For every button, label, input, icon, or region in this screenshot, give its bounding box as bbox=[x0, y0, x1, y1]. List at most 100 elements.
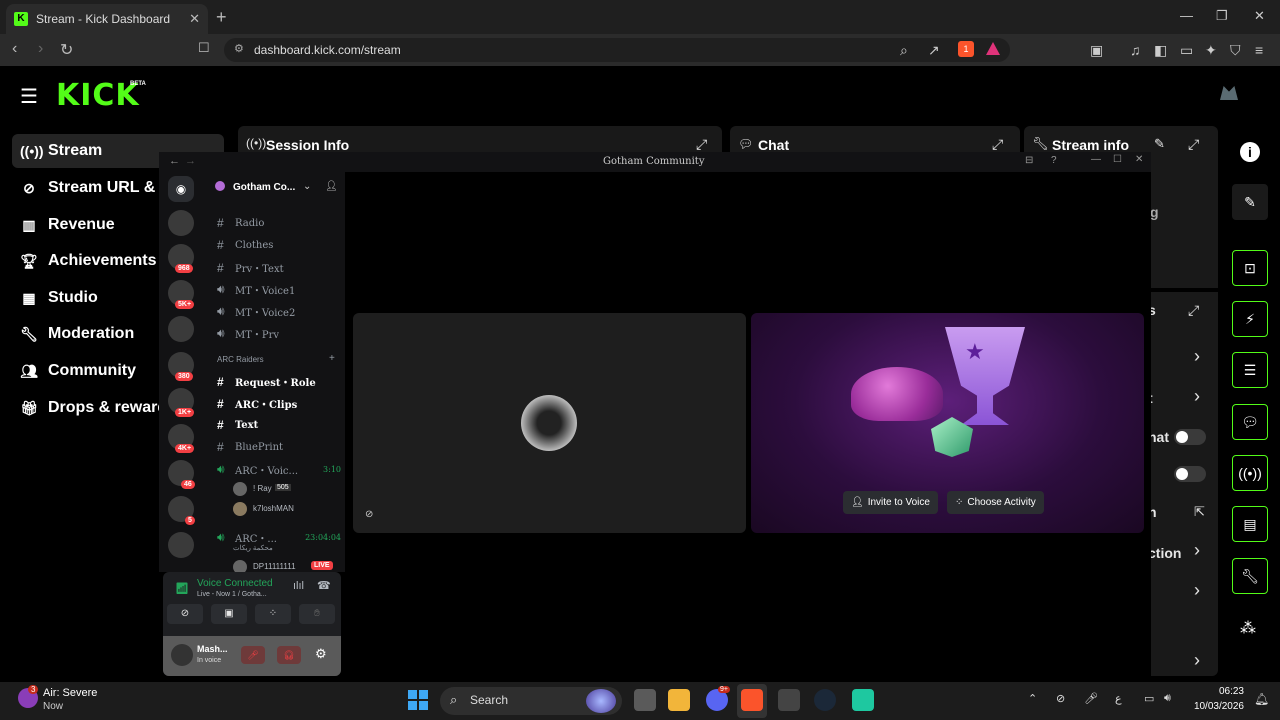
discord-home-icon[interactable]: ◉ bbox=[168, 176, 194, 202]
noise-suppression-icon[interactable]: ılıl bbox=[293, 580, 304, 592]
address-bar[interactable]: ⚙ dashboard.kick.com/stream bbox=[224, 38, 1010, 62]
chat-rail-button[interactable]: 💬︎ bbox=[1232, 404, 1268, 440]
notes-button[interactable]: ☰ bbox=[1232, 352, 1268, 388]
deafen-button[interactable]: 🎧︎ bbox=[277, 646, 301, 664]
task-view-icon[interactable] bbox=[634, 689, 656, 711]
popout-icon[interactable]: ⤢ bbox=[696, 136, 707, 153]
brave-shields-icon[interactable]: 1 bbox=[958, 41, 974, 57]
sidebar-toggle-icon[interactable]: ▣ bbox=[1090, 42, 1103, 59]
category-header[interactable]: ARC Raiders bbox=[217, 355, 264, 364]
mute-button[interactable]: 🎤︎ bbox=[241, 646, 265, 664]
chevron-down-icon[interactable]: ⌄ bbox=[303, 181, 311, 192]
avatar-icon[interactable] bbox=[1220, 86, 1238, 100]
hamburger-menu-icon[interactable]: ☰ bbox=[20, 84, 38, 109]
server-icon[interactable] bbox=[168, 210, 194, 236]
edit-layout-button[interactable]: ✎ bbox=[1232, 184, 1268, 220]
channel-item[interactable]: # ARC・Clips bbox=[217, 396, 297, 412]
brave-rewards-icon[interactable] bbox=[986, 42, 1000, 55]
taskbar-search[interactable]: ⌕ Search bbox=[440, 687, 622, 715]
channel-item[interactable]: # Clothes bbox=[217, 238, 273, 252]
voice-user-name[interactable]: ! Ray bbox=[253, 484, 272, 493]
app-taskbar-icon[interactable] bbox=[852, 689, 874, 711]
chevron-right-icon[interactable]: › bbox=[1194, 650, 1200, 671]
channel-item[interactable]: # BluePrint bbox=[217, 440, 283, 454]
close-tab-icon[interactable]: ✕ bbox=[189, 11, 200, 27]
voice-video-tile[interactable]: ⊘ bbox=[353, 313, 746, 533]
chevron-right-icon[interactable]: › bbox=[1194, 540, 1200, 561]
disconnect-icon[interactable]: ☎︎ bbox=[317, 579, 331, 592]
voice-channel-item[interactable]: 🔊︎ MT・Prv bbox=[217, 326, 279, 341]
tray-chevron-up-icon[interactable]: ⌃ bbox=[1028, 692, 1037, 705]
minimize-button[interactable]: — bbox=[1180, 8, 1193, 23]
site-info-icon[interactable]: ⚙ bbox=[234, 42, 244, 55]
channel-item[interactable]: # Text bbox=[217, 418, 258, 432]
back-icon[interactable]: ‹ bbox=[12, 40, 17, 58]
chevron-right-icon[interactable]: › bbox=[1194, 580, 1200, 601]
quick-action-button[interactable]: ⚡︎ bbox=[1232, 301, 1268, 337]
wallet-icon[interactable]: ▭ bbox=[1180, 42, 1193, 59]
leo-icon[interactable]: ✦ bbox=[1205, 42, 1217, 59]
server-icon[interactable] bbox=[168, 532, 194, 558]
server-name[interactable]: Gotham Co... bbox=[233, 182, 295, 193]
discord-maximize-button[interactable]: ☐ bbox=[1113, 154, 1122, 165]
toggle-switch[interactable] bbox=[1174, 429, 1206, 445]
layout-rail-button[interactable]: ▤ bbox=[1232, 506, 1268, 542]
discord-minimize-button[interactable]: — bbox=[1091, 154, 1101, 165]
menu-icon[interactable]: ≡ bbox=[1255, 42, 1263, 58]
soundboard-button[interactable]: ✋︎ bbox=[299, 604, 335, 624]
add-channel-icon[interactable]: + bbox=[329, 353, 335, 364]
music-icon[interactable]: ♫ bbox=[1130, 42, 1141, 58]
settings-gear-icon[interactable]: ⚙ bbox=[315, 646, 327, 662]
tools-rail-button[interactable]: 🔧︎ bbox=[1232, 558, 1268, 594]
voice-user-name[interactable]: k7loshMAN bbox=[253, 504, 294, 513]
language-indicator[interactable]: ع bbox=[1115, 692, 1122, 705]
app-taskbar-icon[interactable] bbox=[778, 689, 800, 711]
kick-logo[interactable]: KICK bbox=[56, 78, 140, 113]
info-icon[interactable]: i bbox=[1240, 142, 1260, 162]
steam-taskbar-icon[interactable] bbox=[814, 689, 836, 711]
popout-icon[interactable]: ⤢ bbox=[1188, 136, 1199, 153]
brave-taskbar-icon[interactable] bbox=[741, 689, 763, 711]
voice-channel-item[interactable]: 🔊︎ ARC・Voic... 3:10 bbox=[217, 462, 341, 477]
chevron-right-icon[interactable]: › bbox=[1194, 346, 1200, 367]
avatar[interactable] bbox=[171, 644, 193, 666]
clock-date[interactable]: 10/03/2026 bbox=[1192, 701, 1244, 712]
notification-icon[interactable]: 🔔︎ bbox=[1254, 692, 1269, 706]
choose-activity-button[interactable]: ⁘ Choose Activity bbox=[947, 491, 1044, 514]
activity-button[interactable]: ⁘ bbox=[255, 604, 291, 624]
capture-button[interactable]: ⊡ bbox=[1232, 250, 1268, 286]
forward-icon[interactable]: › bbox=[38, 40, 43, 58]
voice-user-name[interactable]: DP11111111 bbox=[253, 562, 296, 571]
bookmark-icon[interactable]: ☐ bbox=[198, 40, 210, 56]
voice-channel-item[interactable]: 🔊︎ ARC・... 23:04:04 bbox=[217, 530, 341, 545]
discord-forward-icon[interactable]: → bbox=[185, 155, 196, 167]
voice-channel-item[interactable]: 🔊︎ MT・Voice2 bbox=[217, 304, 295, 319]
channel-item[interactable]: # Request・Role bbox=[217, 374, 316, 390]
server-icon[interactable] bbox=[168, 316, 194, 342]
external-link-icon[interactable]: ⇱ bbox=[1194, 504, 1205, 520]
zoom-icon[interactable]: ⌕ bbox=[900, 42, 908, 59]
reload-icon[interactable]: ↻ bbox=[60, 40, 73, 60]
invite-to-voice-button[interactable]: 👤︎ Invite to Voice bbox=[843, 491, 938, 514]
microphone-icon[interactable]: 🎤︎ bbox=[1084, 692, 1098, 705]
chevron-right-icon[interactable]: › bbox=[1194, 386, 1200, 407]
discord-close-button[interactable]: ✕ bbox=[1135, 154, 1143, 165]
browser-tab[interactable]: K Stream - Kick Dashboard ✕ bbox=[6, 4, 208, 34]
network-icon[interactable]: ▭ bbox=[1144, 692, 1154, 705]
edit-icon[interactable]: ✎ bbox=[1154, 136, 1165, 152]
share-icon[interactable]: ↗ bbox=[928, 42, 940, 59]
discord-back-icon[interactable]: ← bbox=[169, 155, 180, 167]
popout-icon[interactable]: ⤢ bbox=[992, 136, 1003, 153]
popout-icon[interactable]: ⤢ bbox=[1188, 302, 1199, 319]
maximize-button[interactable]: ❐ bbox=[1216, 8, 1228, 24]
screen-share-button[interactable]: ▣ bbox=[211, 604, 247, 624]
broadcast-rail-button[interactable]: ((•)) bbox=[1232, 455, 1268, 491]
signal-icon[interactable]: 📶︎ bbox=[175, 582, 189, 595]
help-icon[interactable]: ? bbox=[1051, 155, 1057, 166]
volume-icon[interactable]: 🔊︎ bbox=[1164, 692, 1171, 705]
file-explorer-icon[interactable] bbox=[668, 689, 690, 711]
new-tab-button[interactable]: + bbox=[216, 7, 227, 28]
close-window-button[interactable]: ✕ bbox=[1254, 8, 1265, 24]
vpn-icon[interactable]: ⛉ bbox=[1230, 42, 1241, 59]
toggle-switch[interactable] bbox=[1174, 466, 1206, 482]
